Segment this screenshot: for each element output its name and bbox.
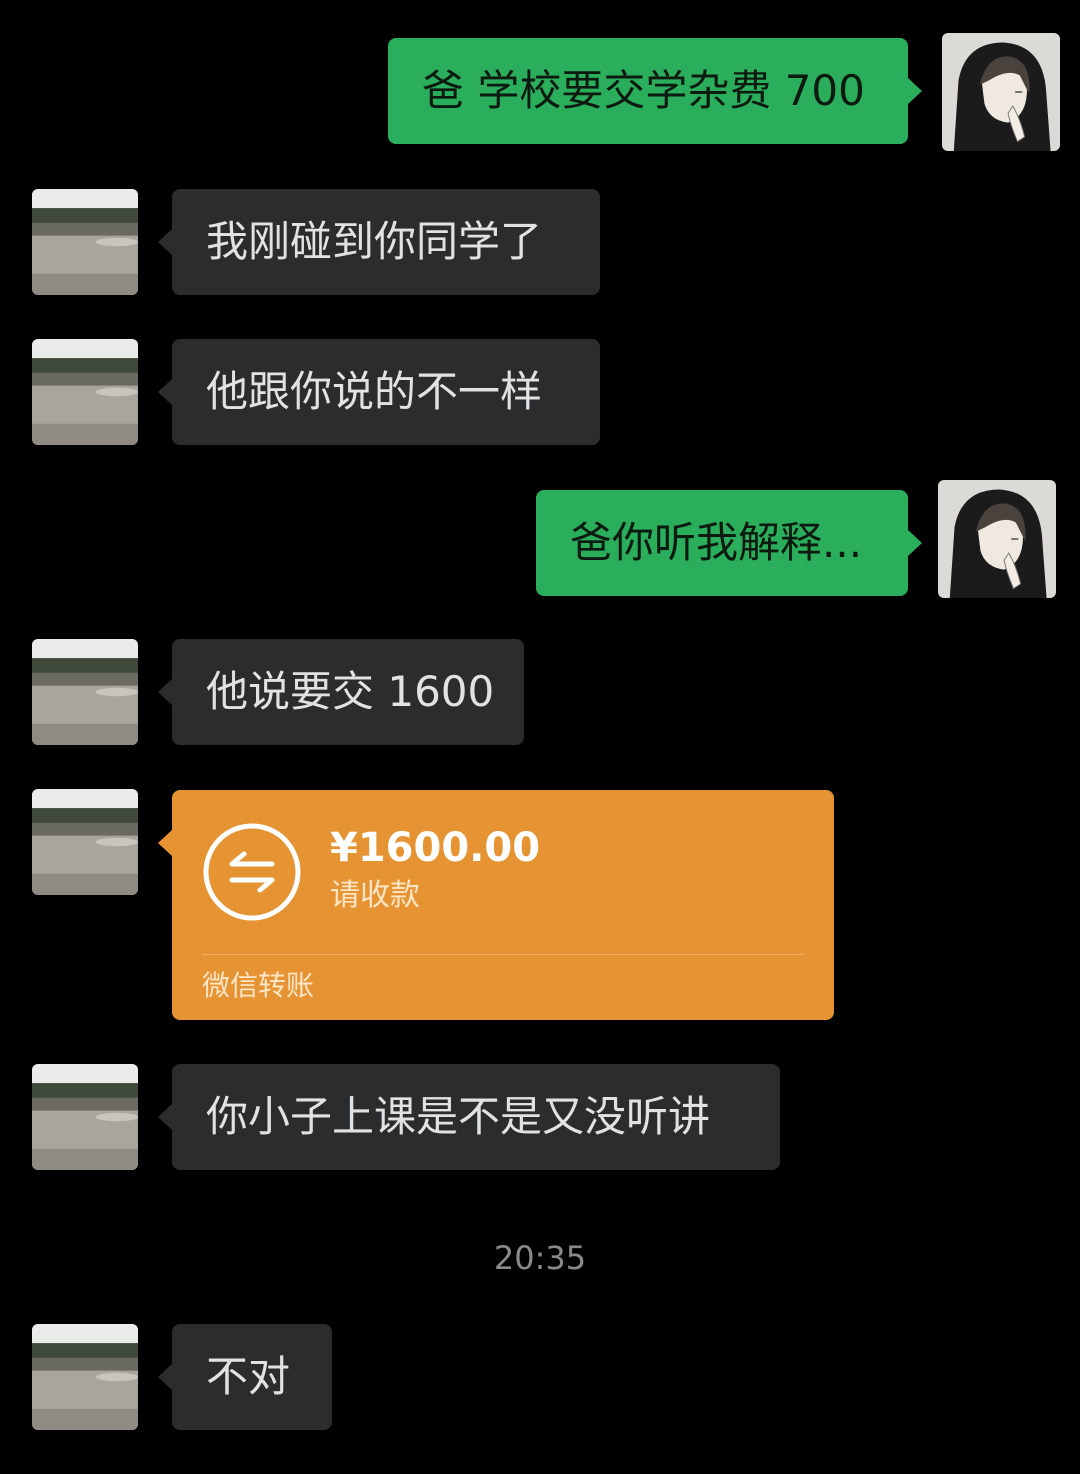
incoming-message-bubble[interactable]: 我刚碰到你同学了 xyxy=(158,189,600,295)
landscape-photo-icon xyxy=(32,1064,138,1170)
message-text: 不对 xyxy=(206,1352,291,1401)
transfer-label: 微信转账 xyxy=(202,969,315,1002)
incoming-message-bubble[interactable]: 你小子上课是不是又没听讲 xyxy=(158,1064,780,1170)
incoming-message-bubble[interactable]: 他说要交 1600 xyxy=(158,639,524,745)
message-text: 你小子上课是不是又没听讲 xyxy=(206,1092,711,1141)
landscape-photo-icon xyxy=(32,1324,138,1430)
landscape-photo-icon xyxy=(32,639,138,745)
message-timestamp: 20:35 xyxy=(493,1239,587,1277)
landscape-photo-icon xyxy=(32,189,138,295)
dad-avatar[interactable] xyxy=(32,789,138,895)
transfer-amount: ¥1600.00 xyxy=(330,825,541,871)
message-text: 他跟你说的不一样 xyxy=(206,367,543,416)
divider xyxy=(202,954,804,955)
outgoing-message-bubble[interactable]: 爸 学校要交学杂费 700 xyxy=(388,38,922,144)
landscape-photo-icon xyxy=(32,339,138,445)
dad-avatar[interactable] xyxy=(32,639,138,745)
incoming-message-bubble[interactable]: 他跟你说的不一样 xyxy=(158,339,600,445)
message-text: 他说要交 1600 xyxy=(206,667,495,716)
transfer-arrows-icon xyxy=(202,822,302,922)
message-text: 爸你听我解释... xyxy=(570,518,863,567)
dad-avatar[interactable] xyxy=(32,339,138,445)
outgoing-message-bubble[interactable]: 爸你听我解释... xyxy=(536,490,922,596)
dad-avatar[interactable] xyxy=(32,189,138,295)
anime-boy-hood-avatar-icon xyxy=(942,33,1060,151)
transfer-card[interactable]: ¥1600.00 请收款 微信转账 xyxy=(158,790,834,1020)
landscape-photo-icon xyxy=(32,789,138,895)
message-text: 我刚碰到你同学了 xyxy=(206,217,543,266)
incoming-message-bubble[interactable]: 不对 xyxy=(158,1324,332,1430)
anime-boy-hood-avatar-icon xyxy=(938,480,1056,598)
dad-avatar[interactable] xyxy=(32,1064,138,1170)
transfer-status: 请收款 xyxy=(330,878,420,913)
my-avatar[interactable] xyxy=(938,480,1056,598)
my-avatar[interactable] xyxy=(942,33,1060,151)
dad-avatar[interactable] xyxy=(32,1324,138,1430)
message-text: 爸 学校要交学杂费 700 xyxy=(422,66,865,115)
